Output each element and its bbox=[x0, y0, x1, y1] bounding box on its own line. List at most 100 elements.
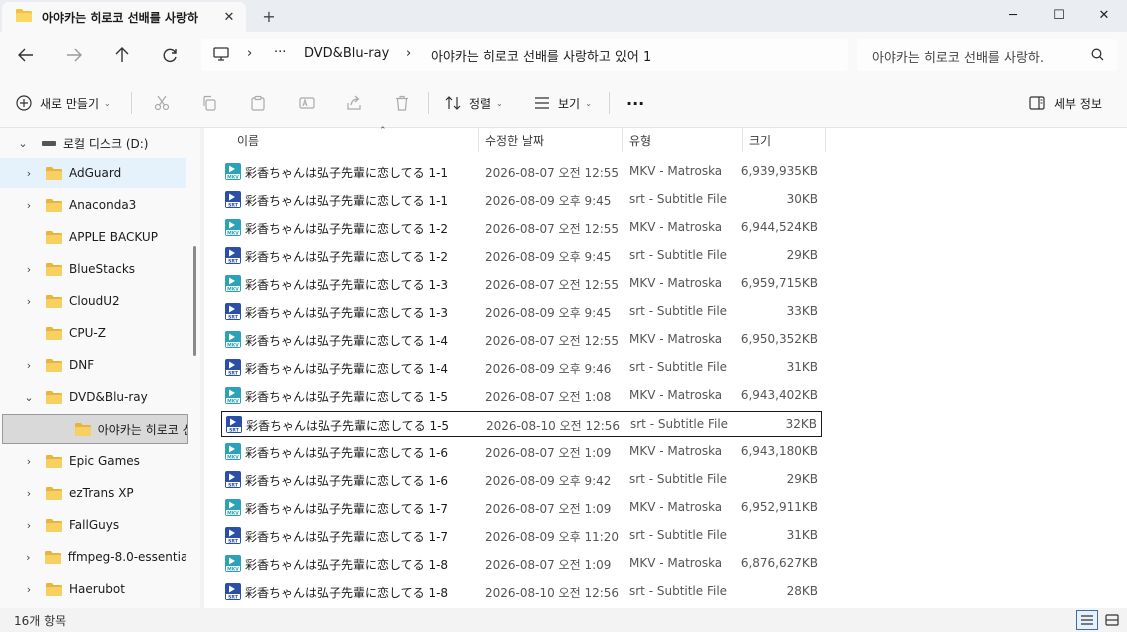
sidebar-item[interactable]: › AdGuard bbox=[0, 158, 186, 188]
back-button[interactable] bbox=[11, 40, 41, 70]
folder-icon bbox=[46, 454, 62, 468]
chevron-right-icon[interactable]: › bbox=[22, 167, 36, 180]
rename-button[interactable] bbox=[294, 90, 320, 116]
breadcrumb-more[interactable]: ··· bbox=[274, 45, 286, 60]
cut-button[interactable] bbox=[149, 90, 175, 116]
column-header-size[interactable]: 크기 bbox=[743, 128, 826, 152]
file-date: 2026-08-09 오후 9:45 bbox=[485, 306, 612, 320]
file-size: 6,952,911KB bbox=[740, 500, 818, 514]
sidebar-item[interactable]: › Haerubot bbox=[0, 574, 186, 604]
column-header-date[interactable]: 수정한 날짜 bbox=[479, 128, 623, 152]
up-button[interactable] bbox=[107, 40, 137, 70]
chevron-right-icon[interactable]: › bbox=[22, 263, 36, 276]
navigation-pane[interactable]: ⌄ 로컬 디스크 (D:) › AdGuard › Anaconda3 APPLE BA… bbox=[0, 128, 200, 608]
view-button[interactable]: 보기 ⌄ bbox=[534, 90, 592, 116]
file-date: 2026-08-10 오전 12:56 bbox=[485, 586, 620, 600]
sidebar-item[interactable]: › ffmpeg-8.0-essentials bbox=[0, 542, 186, 572]
column-header-label: 유형 bbox=[629, 133, 652, 148]
file-row[interactable]: SRT 彩香ちゃんは弘子先輩に恋してる 1-4 2026-08-09 오후 9:46… bbox=[221, 355, 822, 381]
details-view-button[interactable] bbox=[1076, 610, 1098, 630]
file-row[interactable]: MKV 彩香ちゃんは弘子先輩に恋してる 1-1 2026-08-07 오전 12:5… bbox=[221, 159, 822, 185]
new-button[interactable]: 새로 만들기 ⌄ bbox=[16, 90, 111, 116]
file-type: MKV - Matroska bbox=[629, 500, 723, 514]
column-header-name[interactable]: 이름 ⌃ bbox=[231, 126, 479, 152]
file-name: 彩香ちゃんは弘子先輩に恋してる 1-7 bbox=[245, 530, 449, 544]
chevron-down-icon[interactable]: ⌄ bbox=[22, 391, 36, 404]
breadcrumb-dvd-bluray[interactable]: DVD&Blu-ray bbox=[304, 46, 389, 61]
chevron-right-icon[interactable]: › bbox=[22, 551, 35, 564]
sidebar-item[interactable]: 아야카는 히로코 선배 bbox=[2, 414, 188, 444]
explorer-tab[interactable]: 아야카는 히로코 선배를 사랑하 ✕ bbox=[2, 2, 246, 32]
svg-text:MKV: MKV bbox=[227, 286, 239, 292]
tab-close-button[interactable]: ✕ bbox=[220, 8, 238, 26]
sidebar-item[interactable]: ⌄ DVD&Blu-ray bbox=[0, 382, 186, 412]
file-row[interactable]: MKV 彩香ちゃんは弘子先輩に恋してる 1-4 2026-08-07 오전 12:5… bbox=[221, 327, 822, 353]
file-row[interactable]: SRT 彩香ちゃんは弘子先輩に恋してる 1-6 2026-08-09 오후 9:42… bbox=[221, 467, 822, 493]
chevron-right-icon[interactable]: › bbox=[22, 519, 36, 532]
chevron-right-icon[interactable]: › bbox=[22, 295, 36, 308]
address-bar[interactable]: › ··· DVD&Blu-ray › 아야카는 히로코 선배를 사랑하고 있어… bbox=[201, 39, 848, 71]
breadcrumb-separator[interactable]: › bbox=[247, 46, 252, 61]
sidebar-item-label: DVD&Blu-ray bbox=[69, 390, 148, 404]
sidebar-item[interactable]: › Anaconda3 bbox=[0, 190, 186, 220]
breadcrumb-current-folder[interactable]: 아야카는 히로코 선배를 사랑하고 있어 1 bbox=[431, 46, 651, 65]
details-pane-button[interactable]: 세부 정보 bbox=[1029, 90, 1102, 116]
tree-item-drive-d[interactable]: ⌄ 로컬 디스크 (D:) bbox=[0, 128, 186, 158]
sidebar-scrollbar[interactable] bbox=[193, 246, 196, 356]
file-list[interactable]: 이름 ⌃ 수정한 날짜 유형 크기 MKV 彩香ちゃんは弘子先輩に恋してる 1-1… bbox=[204, 126, 1127, 608]
breadcrumb-separator[interactable]: › bbox=[406, 46, 411, 61]
file-row[interactable]: MKV 彩香ちゃんは弘子先輩に恋してる 1-6 2026-08-07 오전 1:09… bbox=[221, 439, 822, 465]
close-window-button[interactable]: ✕ bbox=[1081, 0, 1127, 30]
chevron-down-icon: ⌄ bbox=[104, 98, 111, 108]
new-tab-button[interactable]: + bbox=[259, 6, 279, 26]
sidebar-item[interactable]: › Epic Games bbox=[0, 446, 186, 476]
chevron-right-icon[interactable]: › bbox=[22, 455, 36, 468]
file-row[interactable]: SRT 彩香ちゃんは弘子先輩に恋してる 1-2 2026-08-09 오후 9:45… bbox=[221, 243, 822, 269]
sidebar-item[interactable]: › DNF bbox=[0, 350, 186, 380]
file-row[interactable]: MKV 彩香ちゃんは弘子先輩に恋してる 1-5 2026-08-07 오전 1:08… bbox=[221, 383, 822, 409]
sidebar-item[interactable]: › FallGuys bbox=[0, 510, 186, 540]
delete-button[interactable] bbox=[389, 90, 415, 116]
forward-button[interactable] bbox=[59, 40, 89, 70]
file-row[interactable]: SRT 彩香ちゃんは弘子先輩に恋してる 1-8 2026-08-10 오전 12:5… bbox=[221, 579, 822, 605]
sidebar-item[interactable]: › BlueStacks bbox=[0, 254, 186, 284]
file-row[interactable]: SRT 彩香ちゃんは弘子先輩に恋してる 1-7 2026-08-09 오후 11:2… bbox=[221, 523, 822, 549]
file-row[interactable]: SRT 彩香ちゃんは弘子先輩に恋してる 1-5 2026-08-10 오전 12:5… bbox=[221, 411, 822, 437]
svg-text:SRT: SRT bbox=[228, 538, 239, 544]
chevron-right-icon[interactable]: › bbox=[22, 359, 36, 372]
minimize-button[interactable]: ─ bbox=[990, 0, 1036, 30]
search-box[interactable]: 아야카는 히로코 선배를 사랑하. bbox=[857, 39, 1117, 71]
sidebar-item[interactable]: APPLE BACKUP bbox=[0, 222, 186, 252]
file-row[interactable]: SRT 彩香ちゃんは弘子先輩に恋してる 1-1 2026-08-09 오후 9:45… bbox=[221, 187, 822, 213]
file-type: MKV - Matroska bbox=[629, 556, 723, 570]
file-row[interactable]: MKV 彩香ちゃんは弘子先輩に恋してる 1-3 2026-08-07 오전 12:5… bbox=[221, 271, 822, 297]
share-button[interactable] bbox=[341, 90, 367, 116]
file-row[interactable]: MKV 彩香ちゃんは弘子先輩に恋してる 1-7 2026-08-07 오전 1:09… bbox=[221, 495, 822, 521]
chevron-right-icon[interactable]: › bbox=[22, 199, 36, 212]
clipboard-icon bbox=[251, 95, 265, 111]
tiles-view-button[interactable] bbox=[1101, 610, 1123, 630]
sidebar-item-label: ezTrans XP bbox=[69, 486, 134, 500]
file-date: 2026-08-09 오후 9:45 bbox=[485, 250, 612, 264]
copy-button[interactable] bbox=[196, 90, 222, 116]
maximize-button[interactable]: ☐ bbox=[1036, 0, 1082, 30]
file-size: 6,944,524KB bbox=[740, 220, 818, 234]
paste-button[interactable] bbox=[245, 90, 271, 116]
file-row[interactable]: MKV 彩香ちゃんは弘子先輩に恋してる 1-8 2026-08-07 오전 1:09… bbox=[221, 551, 822, 577]
file-row[interactable]: MKV 彩香ちゃんは弘子先輩に恋してる 1-2 2026-08-07 오전 12:5… bbox=[221, 215, 822, 241]
sidebar-item[interactable]: › CloudU2 bbox=[0, 286, 186, 316]
sidebar-item[interactable]: CPU-Z bbox=[0, 318, 186, 348]
more-options-button[interactable]: ··· bbox=[626, 90, 644, 116]
sort-button[interactable]: 정렬 ⌄ bbox=[445, 90, 503, 116]
file-row[interactable]: SRT 彩香ちゃんは弘子先輩に恋してる 1-3 2026-08-09 오후 9:45… bbox=[221, 299, 822, 325]
file-name: 彩香ちゃんは弘子先輩に恋してる 1-1 bbox=[245, 194, 449, 208]
refresh-button[interactable] bbox=[155, 40, 185, 70]
sidebar-item[interactable]: › ezTrans XP bbox=[0, 478, 186, 508]
chevron-right-icon[interactable]: › bbox=[22, 583, 36, 596]
file-type: srt - Subtitle File bbox=[629, 360, 728, 374]
mkv-file-icon: MKV bbox=[225, 219, 241, 236]
chevron-right-icon[interactable]: › bbox=[22, 487, 36, 500]
column-header-type[interactable]: 유형 bbox=[623, 128, 743, 152]
search-input[interactable]: 아야카는 히로코 선배를 사랑하. bbox=[872, 47, 1044, 66]
file-size: 29KB bbox=[786, 248, 818, 262]
